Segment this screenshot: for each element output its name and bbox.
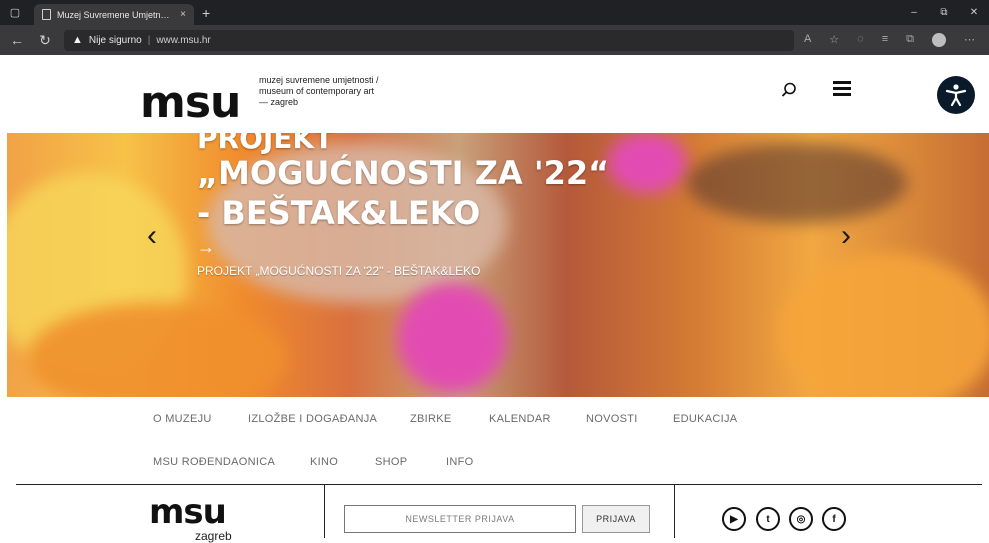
hero-title-line: „MOGUĆNOSTI ZA '22“ (197, 154, 610, 192)
read-aloud-icon[interactable]: A (804, 33, 811, 47)
search-icon[interactable] (781, 82, 797, 103)
footer-divider (324, 485, 325, 538)
tab-close-icon[interactable]: × (180, 9, 186, 20)
hero-image-pink-head (607, 133, 687, 193)
address-divider: | (147, 34, 151, 46)
nav-edukacija[interactable]: EDUKACIJA (673, 413, 737, 425)
hero-title[interactable]: PROJEKT „MOGUĆNOSTI ZA '22“ - BEŠTAK&LEK… (197, 133, 609, 233)
close-window-button[interactable]: ✕ (959, 7, 989, 18)
hero-image-pink-shape (397, 283, 507, 393)
twitter-icon[interactable]: t (756, 507, 780, 531)
warning-icon: ▲ (72, 34, 83, 46)
new-tab-button[interactable]: + (202, 5, 210, 21)
msu-logo[interactable]: msu (140, 77, 241, 128)
nav-o-muzeju[interactable]: O MUZEJU (153, 413, 212, 425)
page-icon (42, 9, 51, 20)
browser-actions: A ☆ ◌ ≡ ⧉ ⋯ (804, 33, 981, 47)
favorite-star-icon[interactable]: ☆ (829, 33, 839, 47)
hero-title-line: PROJEKT (197, 133, 334, 155)
tab-title: Muzej Suvremene Umjetnosti, Za (57, 9, 175, 20)
nav-kino[interactable]: KINO (310, 456, 338, 468)
nav-zbirke[interactable]: ZBIRKE (410, 413, 452, 425)
hero-image-dark-area (687, 143, 907, 223)
hero-subtitle[interactable]: PROJEKT „MOGUĆNOSTI ZA '22" - BEŠTAK&LEK… (197, 264, 481, 278)
browser-tab-bar: ▢ Muzej Suvremene Umjetnosti, Za × + – ⧉… (0, 0, 989, 25)
profile-avatar[interactable] (932, 33, 946, 47)
footer: msu zagreb NEWSLETTER PRIJAVA PRIJAVA ▶ … (16, 484, 982, 543)
tagline-line: museum of contemporary art (259, 86, 375, 96)
read-more-arrow-icon[interactable]: → (197, 237, 215, 258)
tagline-line: — zagreb (259, 97, 299, 107)
address-bar[interactable]: ▲ Nije sigurno | www.msu.hr (64, 29, 794, 51)
more-icon[interactable]: ⋯ (964, 33, 975, 47)
footer-logo[interactable]: msu (149, 495, 227, 529)
minimize-button[interactable]: – (899, 7, 929, 18)
favorites-icon[interactable]: ≡ (882, 33, 888, 47)
nav-msu-rodendaonica[interactable]: MSU ROĐENDAONICA (153, 456, 275, 468)
accessibility-icon[interactable] (937, 76, 975, 114)
instagram-icon[interactable]: ◎ (789, 507, 813, 531)
extensions-icon[interactable]: ◌ (857, 33, 864, 47)
back-icon[interactable]: ← (8, 32, 26, 48)
browser-tab[interactable]: Muzej Suvremene Umjetnosti, Za × (34, 4, 194, 25)
newsletter-input[interactable]: NEWSLETTER PRIJAVA (344, 505, 576, 533)
collections-icon[interactable]: ⧉ (906, 33, 914, 47)
newsletter-subscribe-button[interactable]: PRIJAVA (582, 505, 650, 533)
nav-novosti[interactable]: NOVOSTI (586, 413, 638, 425)
address-toolbar: ← ↻ ▲ Nije sigurno | www.msu.hr A ☆ ◌ ≡ … (0, 25, 989, 55)
footer-city: zagreb (195, 529, 232, 543)
youtube-icon[interactable]: ▶ (722, 507, 746, 531)
facebook-icon[interactable]: f (822, 507, 846, 531)
logo-tagline: muzej suvremene umjetnosti / museum of c… (259, 75, 379, 108)
refresh-icon[interactable]: ↻ (36, 32, 54, 49)
main-navigation: O MUZEJU IZLOŽBE I DOGAĐANJA ZBIRKE KALE… (0, 397, 989, 485)
hero-image-fire-right (777, 253, 989, 397)
hero-title-line: - BEŠTAK&LEKO (197, 194, 481, 232)
security-label: Nije sigurno (88, 34, 142, 46)
hero-slider[interactable]: PROJEKT „MOGUĆNOSTI ZA '22“ - BEŠTAK&LEK… (7, 133, 989, 397)
nav-kalendar[interactable]: KALENDAR (489, 413, 551, 425)
footer-divider (674, 485, 675, 538)
site-header: msu muzej suvremene umjetnosti / museum … (0, 55, 989, 133)
url-text: www.msu.hr (156, 34, 211, 46)
menu-icon[interactable] (833, 81, 851, 96)
slider-prev-button[interactable]: ‹ (147, 221, 157, 251)
restore-button[interactable]: ⧉ (929, 7, 959, 18)
tagline-line: muzej suvremene umjetnosti / (259, 75, 379, 85)
nav-info[interactable]: INFO (446, 456, 473, 468)
nav-izlozbe[interactable]: IZLOŽBE I DOGAĐANJA (248, 413, 377, 425)
slider-next-button[interactable]: › (841, 221, 851, 251)
tab-actions-icon[interactable]: ▢ (0, 0, 30, 25)
nav-shop[interactable]: SHOP (375, 456, 407, 468)
